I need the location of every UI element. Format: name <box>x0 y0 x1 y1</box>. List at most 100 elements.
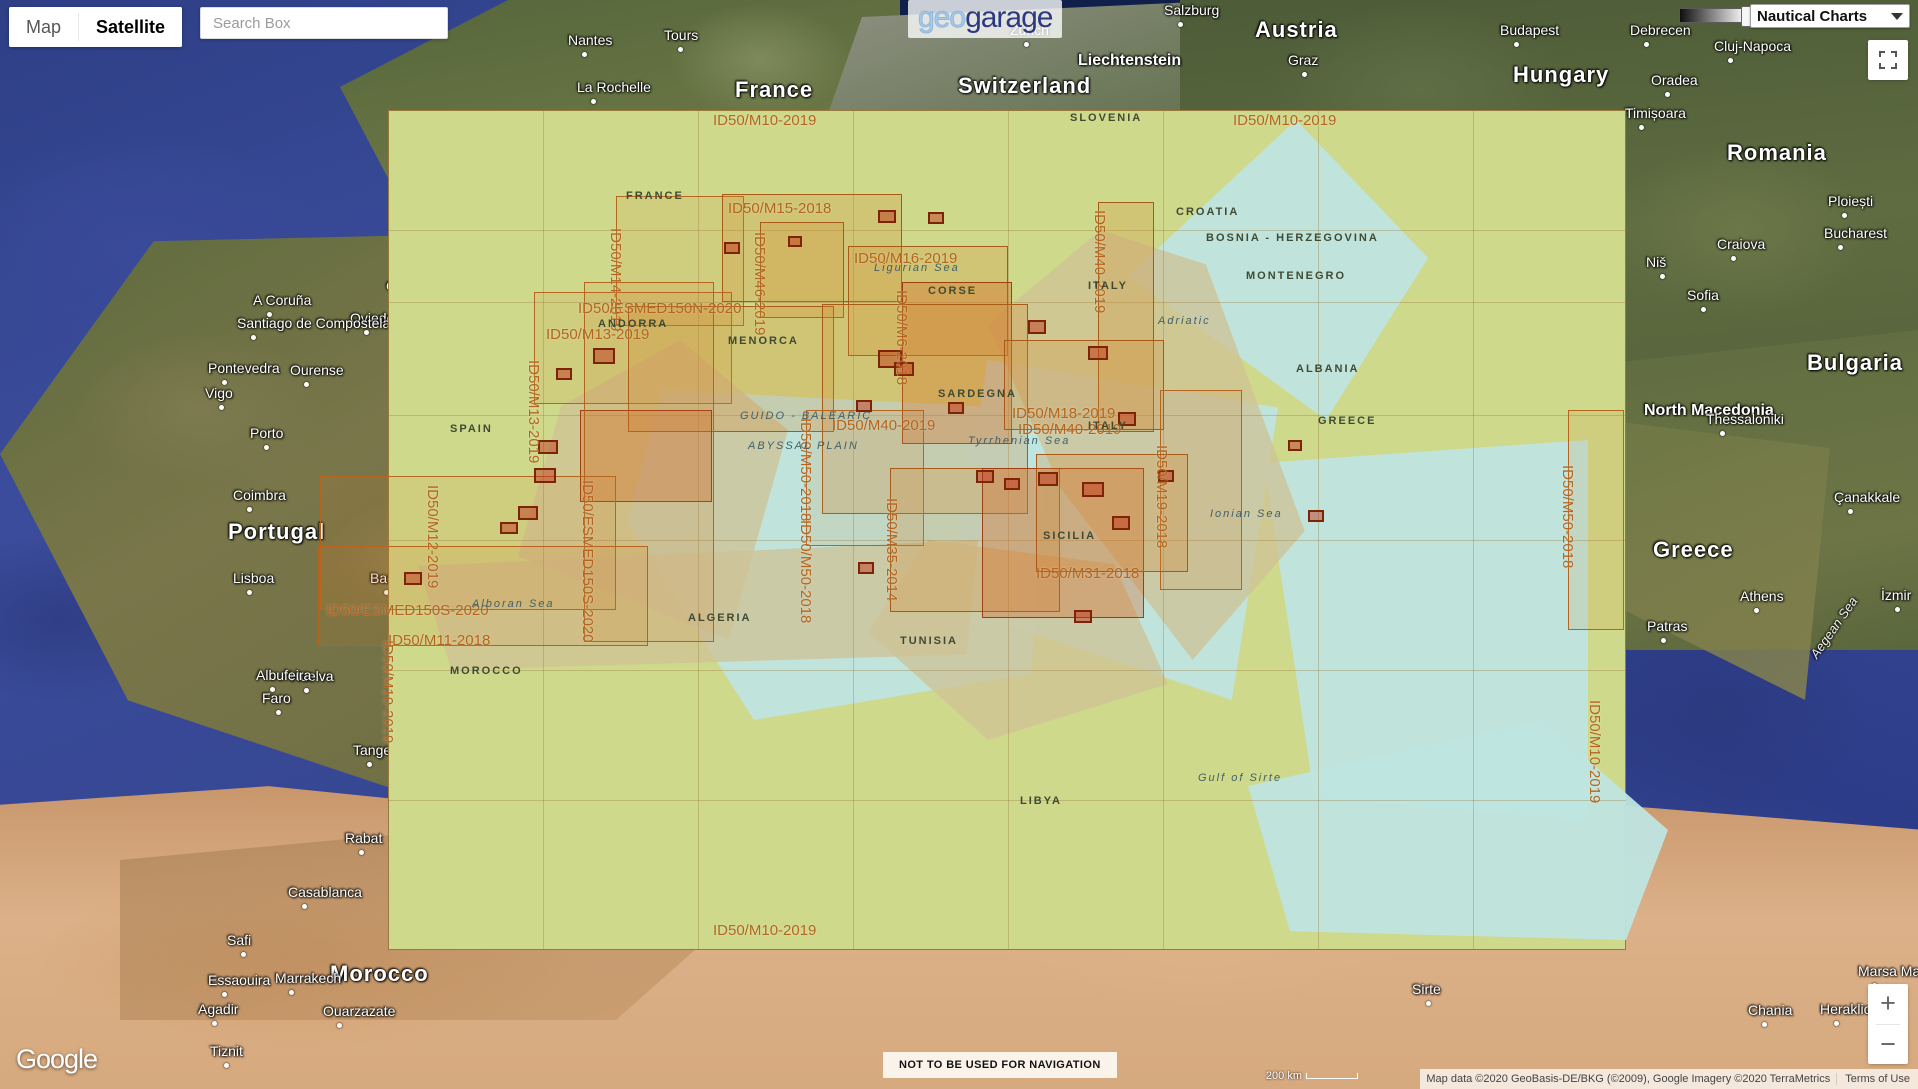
chart-subcell[interactable] <box>1004 478 1020 490</box>
terms-of-use-link[interactable]: Terms of Use <box>1836 1073 1918 1085</box>
search-input[interactable] <box>200 7 448 39</box>
basemap-city-dot <box>219 405 224 410</box>
chevron-down-icon <box>1891 12 1903 20</box>
logo-text-geo: geo <box>917 1 966 34</box>
chart-subcell[interactable] <box>538 440 558 454</box>
scale-bar-label: 200 km <box>1265 1070 1302 1082</box>
geogarage-logo: geo garage <box>908 0 1063 38</box>
basemap-city-dot <box>359 850 364 855</box>
chart-subcell[interactable] <box>928 212 944 224</box>
chart-subcell[interactable] <box>976 470 994 483</box>
chart-subcell[interactable] <box>593 348 615 364</box>
chart-subcell[interactable] <box>878 210 896 223</box>
basemap-city-dot <box>1842 213 1847 218</box>
basemap-city-dot <box>247 590 252 595</box>
basemap-city-dot <box>1895 607 1900 612</box>
chart-subcell[interactable] <box>534 468 556 483</box>
chart-subcell[interactable] <box>1082 482 1104 497</box>
google-logo: Google <box>16 1044 98 1074</box>
chart-subcell[interactable] <box>1288 440 1302 451</box>
zoom-out-button[interactable]: − <box>1868 1025 1908 1065</box>
basemap-city-dot <box>222 992 227 997</box>
chart-subcell[interactable] <box>404 572 422 585</box>
fullscreen-icon <box>1879 51 1897 69</box>
basemap-city-dot <box>1728 58 1733 63</box>
basemap-city-dot <box>1178 22 1183 27</box>
basemap-city-dot <box>267 312 272 317</box>
chart-subcell[interactable] <box>500 522 518 534</box>
chart-subcell[interactable] <box>1118 412 1136 426</box>
basemap-city-dot <box>1661 638 1666 643</box>
map-viewer: France Switzerland Austria Hungary Romania Bu… <box>0 0 1918 1089</box>
basemap-city-dot <box>1754 608 1759 613</box>
chart-subcell[interactable] <box>1158 470 1174 482</box>
basemap-city-dot <box>304 688 309 693</box>
basemap-city-dot <box>241 952 246 957</box>
chart-cell-m11[interactable] <box>318 546 648 646</box>
basemap-city-dot <box>1639 125 1644 130</box>
basemap-city-dot <box>1665 92 1670 97</box>
chart-subcell[interactable] <box>858 562 874 574</box>
basemap-city-dot <box>222 380 227 385</box>
zoom-control[interactable]: + − <box>1868 984 1908 1064</box>
basemap-city-dot <box>1834 1021 1839 1026</box>
maptype-button-satellite[interactable]: Satellite <box>79 7 183 47</box>
basemap-city-dot <box>304 382 309 387</box>
chart-subcell[interactable] <box>948 402 964 414</box>
basemap-city-dot <box>276 710 281 715</box>
layer-select-value: Nautical Charts <box>1757 7 1868 25</box>
chart-subcell[interactable] <box>1038 472 1058 486</box>
basemap-city-dot <box>364 330 369 335</box>
basemap-city-dot <box>1514 42 1519 47</box>
basemap-city-dot <box>1660 274 1665 279</box>
basemap-city-dot <box>1720 431 1725 436</box>
fullscreen-button[interactable] <box>1868 40 1908 80</box>
basemap-city-dot <box>367 762 372 767</box>
chart-cell-m50-e[interactable] <box>1568 410 1624 630</box>
basemap-city-dot <box>264 445 269 450</box>
basemap-city-dot <box>591 99 596 104</box>
chart-subcell[interactable] <box>894 362 914 376</box>
basemap-city-dot <box>289 990 294 995</box>
scale-bar-line <box>1306 1073 1358 1079</box>
basemap-city-dot <box>302 904 307 909</box>
map-attribution: Map data ©2020 GeoBasis-DE/BKG (©2009), … <box>1420 1069 1918 1089</box>
chart-subcell[interactable] <box>518 506 538 520</box>
attribution-text: Map data ©2020 GeoBasis-DE/BKG (©2009), … <box>1426 1073 1831 1085</box>
chart-subcell[interactable] <box>1112 516 1130 530</box>
basemap-city-dot <box>251 335 256 340</box>
overlay-opacity-slider[interactable] <box>1679 6 1752 27</box>
chart-subcell[interactable] <box>1074 610 1092 623</box>
basemap-city-dot <box>1762 1022 1767 1027</box>
chart-subcell[interactable] <box>788 236 802 247</box>
navigation-warning-banner: NOT TO BE USED FOR NAVIGATION <box>883 1052 1117 1078</box>
basemap-city-dot <box>1701 307 1706 312</box>
basemap-city-dot <box>1024 42 1029 47</box>
layer-select-dropdown[interactable]: Nautical Charts <box>1750 4 1910 28</box>
maptype-control[interactable]: Map Satellite <box>9 7 183 47</box>
nautical-chart-overlay[interactable]: ID50/M10-2019 ID50/M10-2019 ID50/M10-2019 I… <box>318 110 1668 950</box>
chart-cell-m18[interactable] <box>1004 340 1164 430</box>
maptype-button-map[interactable]: Map <box>9 7 79 47</box>
basemap-city-dot <box>247 507 252 512</box>
zoom-in-button[interactable]: + <box>1868 984 1908 1024</box>
chart-subcell[interactable] <box>1308 510 1324 522</box>
basemap-city-dot <box>678 47 683 52</box>
basemap-city-dot <box>224 1063 229 1068</box>
chart-subcell[interactable] <box>1088 346 1108 360</box>
chart-subcell[interactable] <box>724 242 740 254</box>
basemap-city-dot <box>1838 245 1843 250</box>
basemap-city-dot <box>1644 42 1649 47</box>
scale-bar: 200 km <box>1266 1070 1358 1082</box>
basemap-city-dot <box>1302 72 1307 77</box>
logo-text-garage: garage <box>965 1 1053 34</box>
basemap-city-dot <box>1848 509 1853 514</box>
basemap-city-dot <box>1731 256 1736 261</box>
chart-subcell[interactable] <box>856 400 872 412</box>
basemap-city-dot <box>212 1021 217 1026</box>
basemap-city-dot <box>337 1023 342 1028</box>
chart-subcell[interactable] <box>1028 320 1046 334</box>
chart-subcell[interactable] <box>556 368 572 380</box>
basemap-city-dot <box>582 52 587 57</box>
basemap-city-dot <box>1426 1001 1431 1006</box>
